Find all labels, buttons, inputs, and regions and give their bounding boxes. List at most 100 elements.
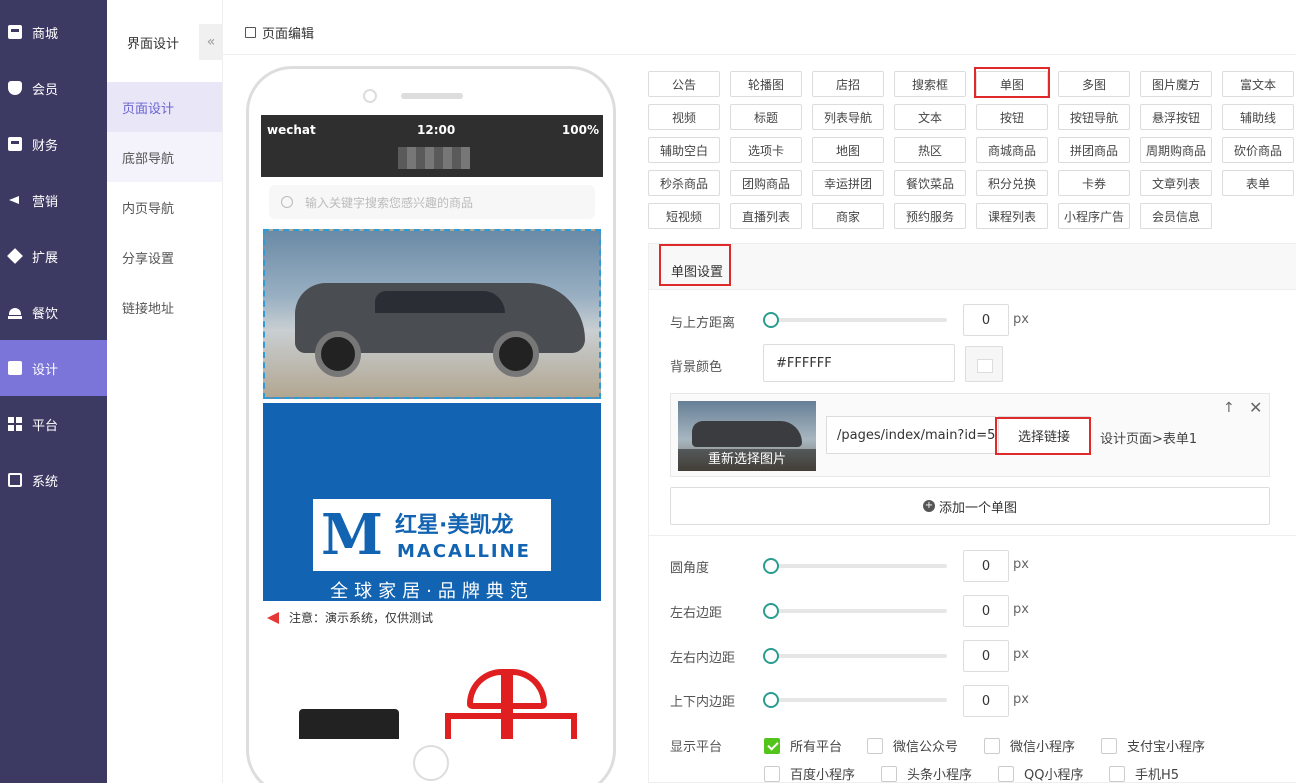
checkbox[interactable] [881, 765, 897, 782]
component-button[interactable]: 搜索框 [894, 71, 966, 97]
nav-item-catering[interactable]: 餐饮 [0, 284, 107, 340]
component-button[interactable]: 热区 [894, 137, 966, 163]
component-button[interactable]: 按钮导航 [1058, 104, 1130, 130]
component-button[interactable]: 选项卡 [730, 137, 802, 163]
component-button[interactable]: 预约服务 [894, 203, 966, 229]
add-single-image-button[interactable]: + 添加一个单图 [670, 487, 1270, 525]
component-button[interactable]: 小程序广告 [1058, 203, 1130, 229]
platform-checkbox-wechat-mini[interactable]: 微信小程序 [984, 736, 1075, 755]
checkbox[interactable] [1101, 737, 1117, 754]
platform-checkbox-qq[interactable]: QQ小程序 [998, 764, 1083, 783]
nav-item-label: 财务 [32, 138, 59, 154]
close-icon[interactable]: ✕ [1249, 398, 1262, 417]
component-button[interactable]: 课程列表 [976, 203, 1048, 229]
subnav-item-share[interactable]: 分享设置 [107, 232, 222, 282]
reselect-image-label[interactable]: 重新选择图片 [678, 449, 816, 471]
radius-slider[interactable] [763, 558, 947, 574]
checkbox[interactable] [867, 737, 883, 754]
slider-handle[interactable] [763, 312, 779, 328]
preview-search-bar[interactable]: 输入关键字搜索您感兴趣的商品 [269, 185, 595, 219]
top-distance-input[interactable]: 0 [963, 304, 1009, 336]
component-button[interactable]: 餐饮菜品 [894, 170, 966, 196]
component-button[interactable]: 砍价商品 [1222, 137, 1294, 163]
lr-padding-slider[interactable] [763, 648, 947, 664]
checkbox[interactable] [764, 737, 780, 754]
component-button[interactable]: 视频 [648, 104, 720, 130]
component-button[interactable]: 拼团商品 [1058, 137, 1130, 163]
component-button[interactable]: 卡券 [1058, 170, 1130, 196]
component-button[interactable]: 积分兑换 [976, 170, 1048, 196]
platform-checkbox-wechat-mp[interactable]: 微信公众号 [867, 736, 958, 755]
component-button[interactable]: 列表导航 [812, 104, 884, 130]
single-image-car[interactable] [263, 229, 601, 399]
component-button[interactable]: 按钮 [976, 104, 1048, 130]
slider-handle[interactable] [763, 692, 779, 708]
component-button[interactable]: 文本 [894, 104, 966, 130]
checkbox[interactable] [764, 765, 780, 782]
bg-color-input[interactable]: #FFFFFF [763, 344, 955, 382]
component-button[interactable]: 表单 [1222, 170, 1294, 196]
component-button[interactable]: 秒杀商品 [648, 170, 720, 196]
nav-item-extension[interactable]: 扩展 [0, 228, 107, 284]
component-button[interactable]: 幸运拼团 [812, 170, 884, 196]
component-button[interactable]: 多图 [1058, 71, 1130, 97]
platform-checkbox-baidu[interactable]: 百度小程序 [764, 764, 855, 783]
component-button-single-image[interactable]: 单图 [976, 71, 1048, 97]
platform-checkbox-toutiao[interactable]: 头条小程序 [881, 764, 972, 783]
slider-handle[interactable] [763, 603, 779, 619]
nav-item-finance[interactable]: 财务 [0, 116, 107, 172]
nav-item-marketing[interactable]: 营销 [0, 172, 107, 228]
nav-item-platform[interactable]: 平台 [0, 396, 107, 452]
panel-title: 单图设置 [671, 265, 724, 280]
subnav-item-links[interactable]: 链接地址 [107, 282, 222, 332]
add-button-label: 添加一个单图 [938, 500, 1017, 516]
slider-handle[interactable] [763, 558, 779, 574]
platform-checkbox-all[interactable]: 所有平台 [764, 736, 842, 755]
component-button[interactable]: 辅助线 [1222, 104, 1294, 130]
collapse-icon[interactable]: « [199, 24, 223, 60]
checkbox[interactable] [984, 737, 1000, 754]
nav-item-system[interactable]: 系统 [0, 452, 107, 508]
nav-item-shop[interactable]: 商城 [0, 4, 107, 60]
brand-banner[interactable]: M 红星·美凯龙 MACALLINE 全球家居·品牌典范 [263, 403, 601, 602]
component-button[interactable]: 图片魔方 [1140, 71, 1212, 97]
component-button[interactable]: 店招 [812, 71, 884, 97]
component-button[interactable]: 直播列表 [730, 203, 802, 229]
slider-handle[interactable] [763, 648, 779, 664]
component-button[interactable]: 周期购商品 [1140, 137, 1212, 163]
nav-item-design[interactable]: 设计 [0, 340, 107, 396]
component-button[interactable]: 商家 [812, 203, 884, 229]
component-button[interactable]: 短视频 [648, 203, 720, 229]
component-button[interactable]: 标题 [730, 104, 802, 130]
nav-item-member[interactable]: 会员 [0, 60, 107, 116]
component-button[interactable]: 文章列表 [1140, 170, 1212, 196]
move-up-icon[interactable]: ↑ [1223, 400, 1235, 416]
component-button[interactable]: 地图 [812, 137, 884, 163]
lr-padding-input[interactable]: 0 [963, 640, 1009, 672]
select-link-button[interactable]: 选择链接 [998, 416, 1090, 454]
link-url-input[interactable]: /pages/index/main?id=51 [826, 416, 996, 454]
top-distance-slider[interactable] [763, 312, 947, 328]
component-button[interactable]: 商城商品 [976, 137, 1048, 163]
component-button[interactable]: 富文本 [1222, 71, 1294, 97]
component-button[interactable]: 悬浮按钮 [1140, 104, 1212, 130]
subnav-item-bottom-nav[interactable]: 底部导航 [107, 132, 222, 182]
component-button[interactable]: 公告 [648, 71, 720, 97]
platform-checkbox-h5[interactable]: 手机H5 [1109, 764, 1179, 783]
component-button[interactable]: 会员信息 [1140, 203, 1212, 229]
tb-padding-slider[interactable] [763, 692, 947, 708]
platform-checkbox-alipay[interactable]: 支付宝小程序 [1101, 736, 1205, 755]
tb-padding-input[interactable]: 0 [963, 685, 1009, 717]
subnav-item-inner-nav[interactable]: 内页导航 [107, 182, 222, 232]
component-button[interactable]: 轮播图 [730, 71, 802, 97]
image-thumbnail[interactable]: 重新选择图片 [678, 401, 816, 471]
lr-margin-input[interactable]: 0 [963, 595, 1009, 627]
subnav-item-page-design[interactable]: 页面设计 [107, 82, 222, 132]
color-picker-button[interactable] [965, 346, 1003, 382]
component-button[interactable]: 团购商品 [730, 170, 802, 196]
lr-margin-slider[interactable] [763, 603, 947, 619]
checkbox[interactable] [1109, 765, 1125, 782]
checkbox[interactable] [998, 765, 1014, 782]
radius-input[interactable]: 0 [963, 550, 1009, 582]
component-button[interactable]: 辅助空白 [648, 137, 720, 163]
